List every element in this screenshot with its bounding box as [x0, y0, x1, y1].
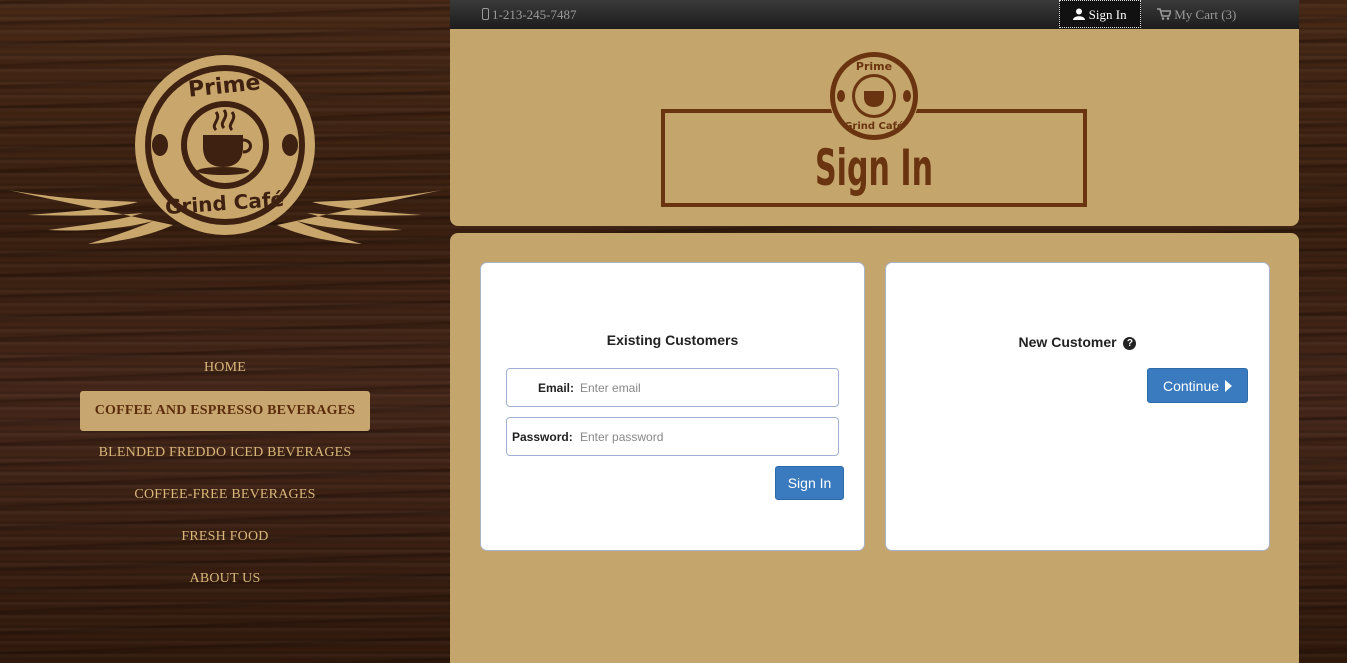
phone-number: 1-213-245-7487 [482, 7, 577, 23]
signin-button[interactable]: Sign In [775, 466, 844, 500]
top-bar: 1-213-245-7487 Sign In My Cart (3) [450, 0, 1299, 29]
nav-item-blended-freddo[interactable]: BLENDED FREDDO ICED BEVERAGES [80, 433, 370, 473]
password-label: Password: [512, 430, 573, 444]
new-customer-heading: New Customer ? [886, 334, 1269, 350]
cart-label: My Cart (3) [1174, 7, 1237, 22]
banner-logo-top: Prime [856, 60, 892, 73]
question-circle-icon[interactable]: ? [1123, 337, 1137, 350]
continue-label: Continue [1162, 377, 1220, 394]
header-panel: Prime Grind Café Sign In [450, 29, 1299, 226]
email-input[interactable] [580, 377, 830, 399]
nav-item-coffee-espresso[interactable]: COFFEE AND ESPRESSO BEVERAGES [80, 391, 370, 431]
email-field[interactable]: Email: [506, 368, 839, 407]
email-label: Email: [538, 381, 575, 395]
content-panel: Existing Customers Email: Password: Sign… [450, 233, 1299, 663]
user-icon [1073, 8, 1086, 20]
cart-icon [1157, 8, 1173, 20]
prime-grind-logo[interactable]: Prime Grind Café [8, 50, 442, 250]
cart-link[interactable]: My Cart (3) [1157, 7, 1236, 23]
password-input[interactable] [580, 426, 830, 448]
phone-icon [482, 8, 489, 20]
continue-button[interactable]: Continue [1147, 368, 1248, 403]
banner-logo-bottom: Grind Café [844, 120, 904, 132]
nav-item-home[interactable]: HOME [80, 348, 370, 388]
phone-text: 1-213-245-7487 [492, 7, 577, 22]
existing-customers-title: Existing Customers [606, 332, 739, 348]
new-customer-card: New Customer ? Continue [885, 262, 1270, 551]
password-field[interactable]: Password: [506, 417, 839, 456]
nav-item-coffee-free[interactable]: COFFEE-FREE BEVERAGES [80, 475, 370, 515]
nav-item-fresh-food[interactable]: FRESH FOOD [80, 517, 370, 557]
nav-item-about-us[interactable]: ABOUT US [80, 559, 370, 599]
page-title: Sign In [815, 139, 933, 197]
signin-banner: Prime Grind Café Sign In [661, 51, 1087, 207]
signin-link-label: Sign In [1088, 7, 1127, 22]
new-customer-title: New Customer [1018, 334, 1117, 350]
sidebar: Prime Grind Café HOME COFFEE AND ESPRESS… [0, 0, 450, 663]
signin-link[interactable]: Sign In [1059, 0, 1141, 28]
caret-right-icon [1225, 379, 1233, 392]
existing-customers-card: Existing Customers Email: Password: Sign… [480, 262, 865, 551]
